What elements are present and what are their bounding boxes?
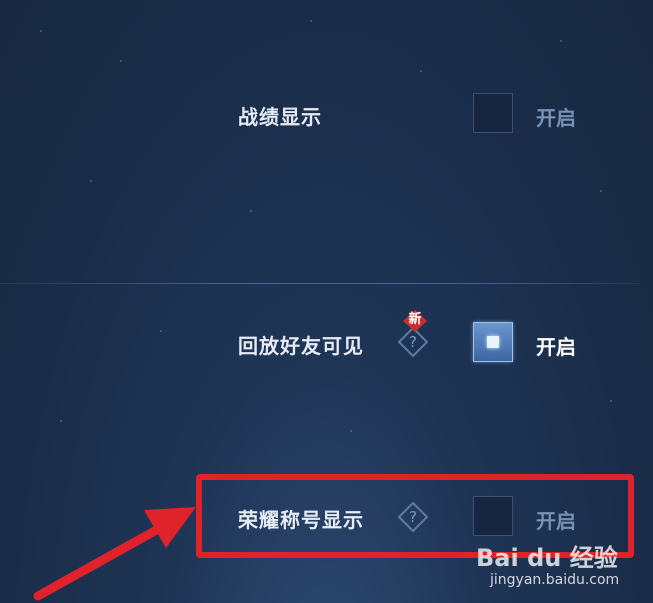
section-divider bbox=[0, 283, 640, 284]
new-badge: 新 bbox=[402, 309, 428, 333]
setting-label-replay-friends: 回放好友可见 bbox=[238, 334, 364, 358]
setting-label-match-record: 战绩显示 bbox=[238, 105, 322, 129]
match-record-checkbox[interactable] bbox=[473, 93, 513, 133]
baidu-jingyan-watermark: Bai du 经验 jingyan.baidu.com bbox=[468, 538, 648, 598]
watermark-url: jingyan.baidu.com bbox=[490, 572, 620, 588]
check-mark-icon bbox=[487, 336, 499, 348]
question-glyph: ? bbox=[409, 333, 417, 351]
watermark-logo: Bai du 经验 bbox=[476, 544, 618, 572]
new-badge-text: 新 bbox=[408, 312, 422, 327]
match-record-toggle-label[interactable]: 开启 bbox=[536, 102, 576, 131]
replay-friends-toggle-label[interactable]: 开启 bbox=[536, 331, 576, 360]
replay-friends-checkbox[interactable] bbox=[473, 322, 513, 362]
